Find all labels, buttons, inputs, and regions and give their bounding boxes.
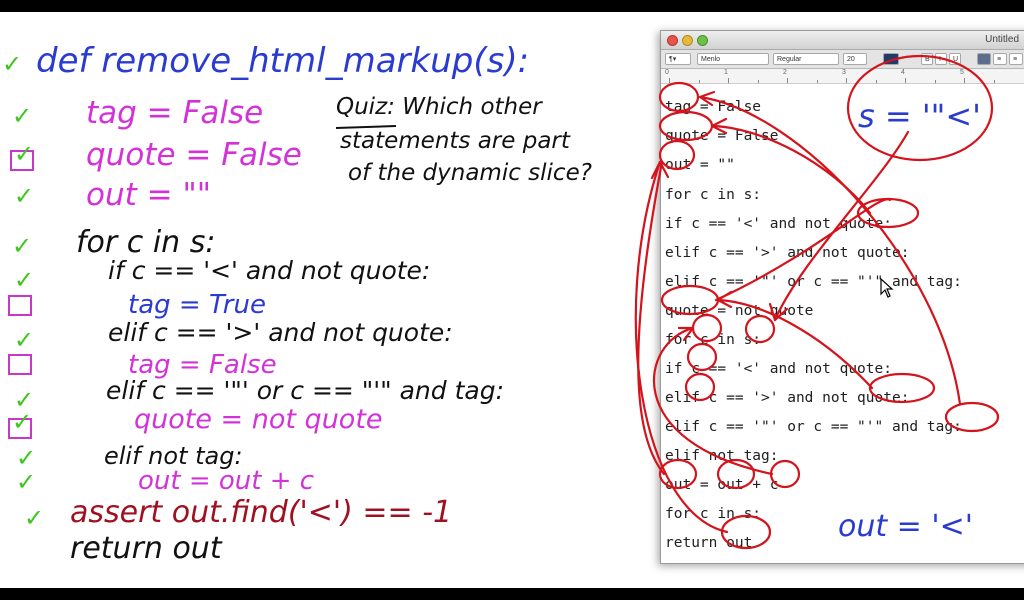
arrow-quote-assign (714, 198, 892, 302)
circle-quote-cond (856, 197, 920, 229)
circle-c-elif (684, 372, 716, 402)
circle-out-return (720, 514, 772, 550)
arrow-return-to-out (634, 160, 729, 534)
arrow-out-to-out (637, 160, 666, 476)
circle-out (658, 139, 696, 171)
circle-c-append (769, 459, 801, 489)
arrow-tag-elif (698, 95, 962, 406)
slide-canvas: def remove_html_markup(s): tag = False q… (0, 12, 1024, 588)
mouse-pointer-icon (880, 278, 894, 298)
circle-tag (658, 81, 700, 113)
annotation-s-value: s = '"<' (858, 97, 981, 135)
circle-c-if (686, 342, 718, 372)
circle-quote-assign (660, 284, 720, 316)
circle-s-for (744, 314, 776, 344)
circle-tag-elif (944, 401, 1000, 433)
circle-quote (658, 110, 714, 142)
arrow-quote-elif (716, 298, 874, 390)
annotation-out-value: out = '<' (838, 509, 973, 544)
circle-c-for (691, 313, 723, 343)
circle-quote-elif (868, 372, 936, 404)
